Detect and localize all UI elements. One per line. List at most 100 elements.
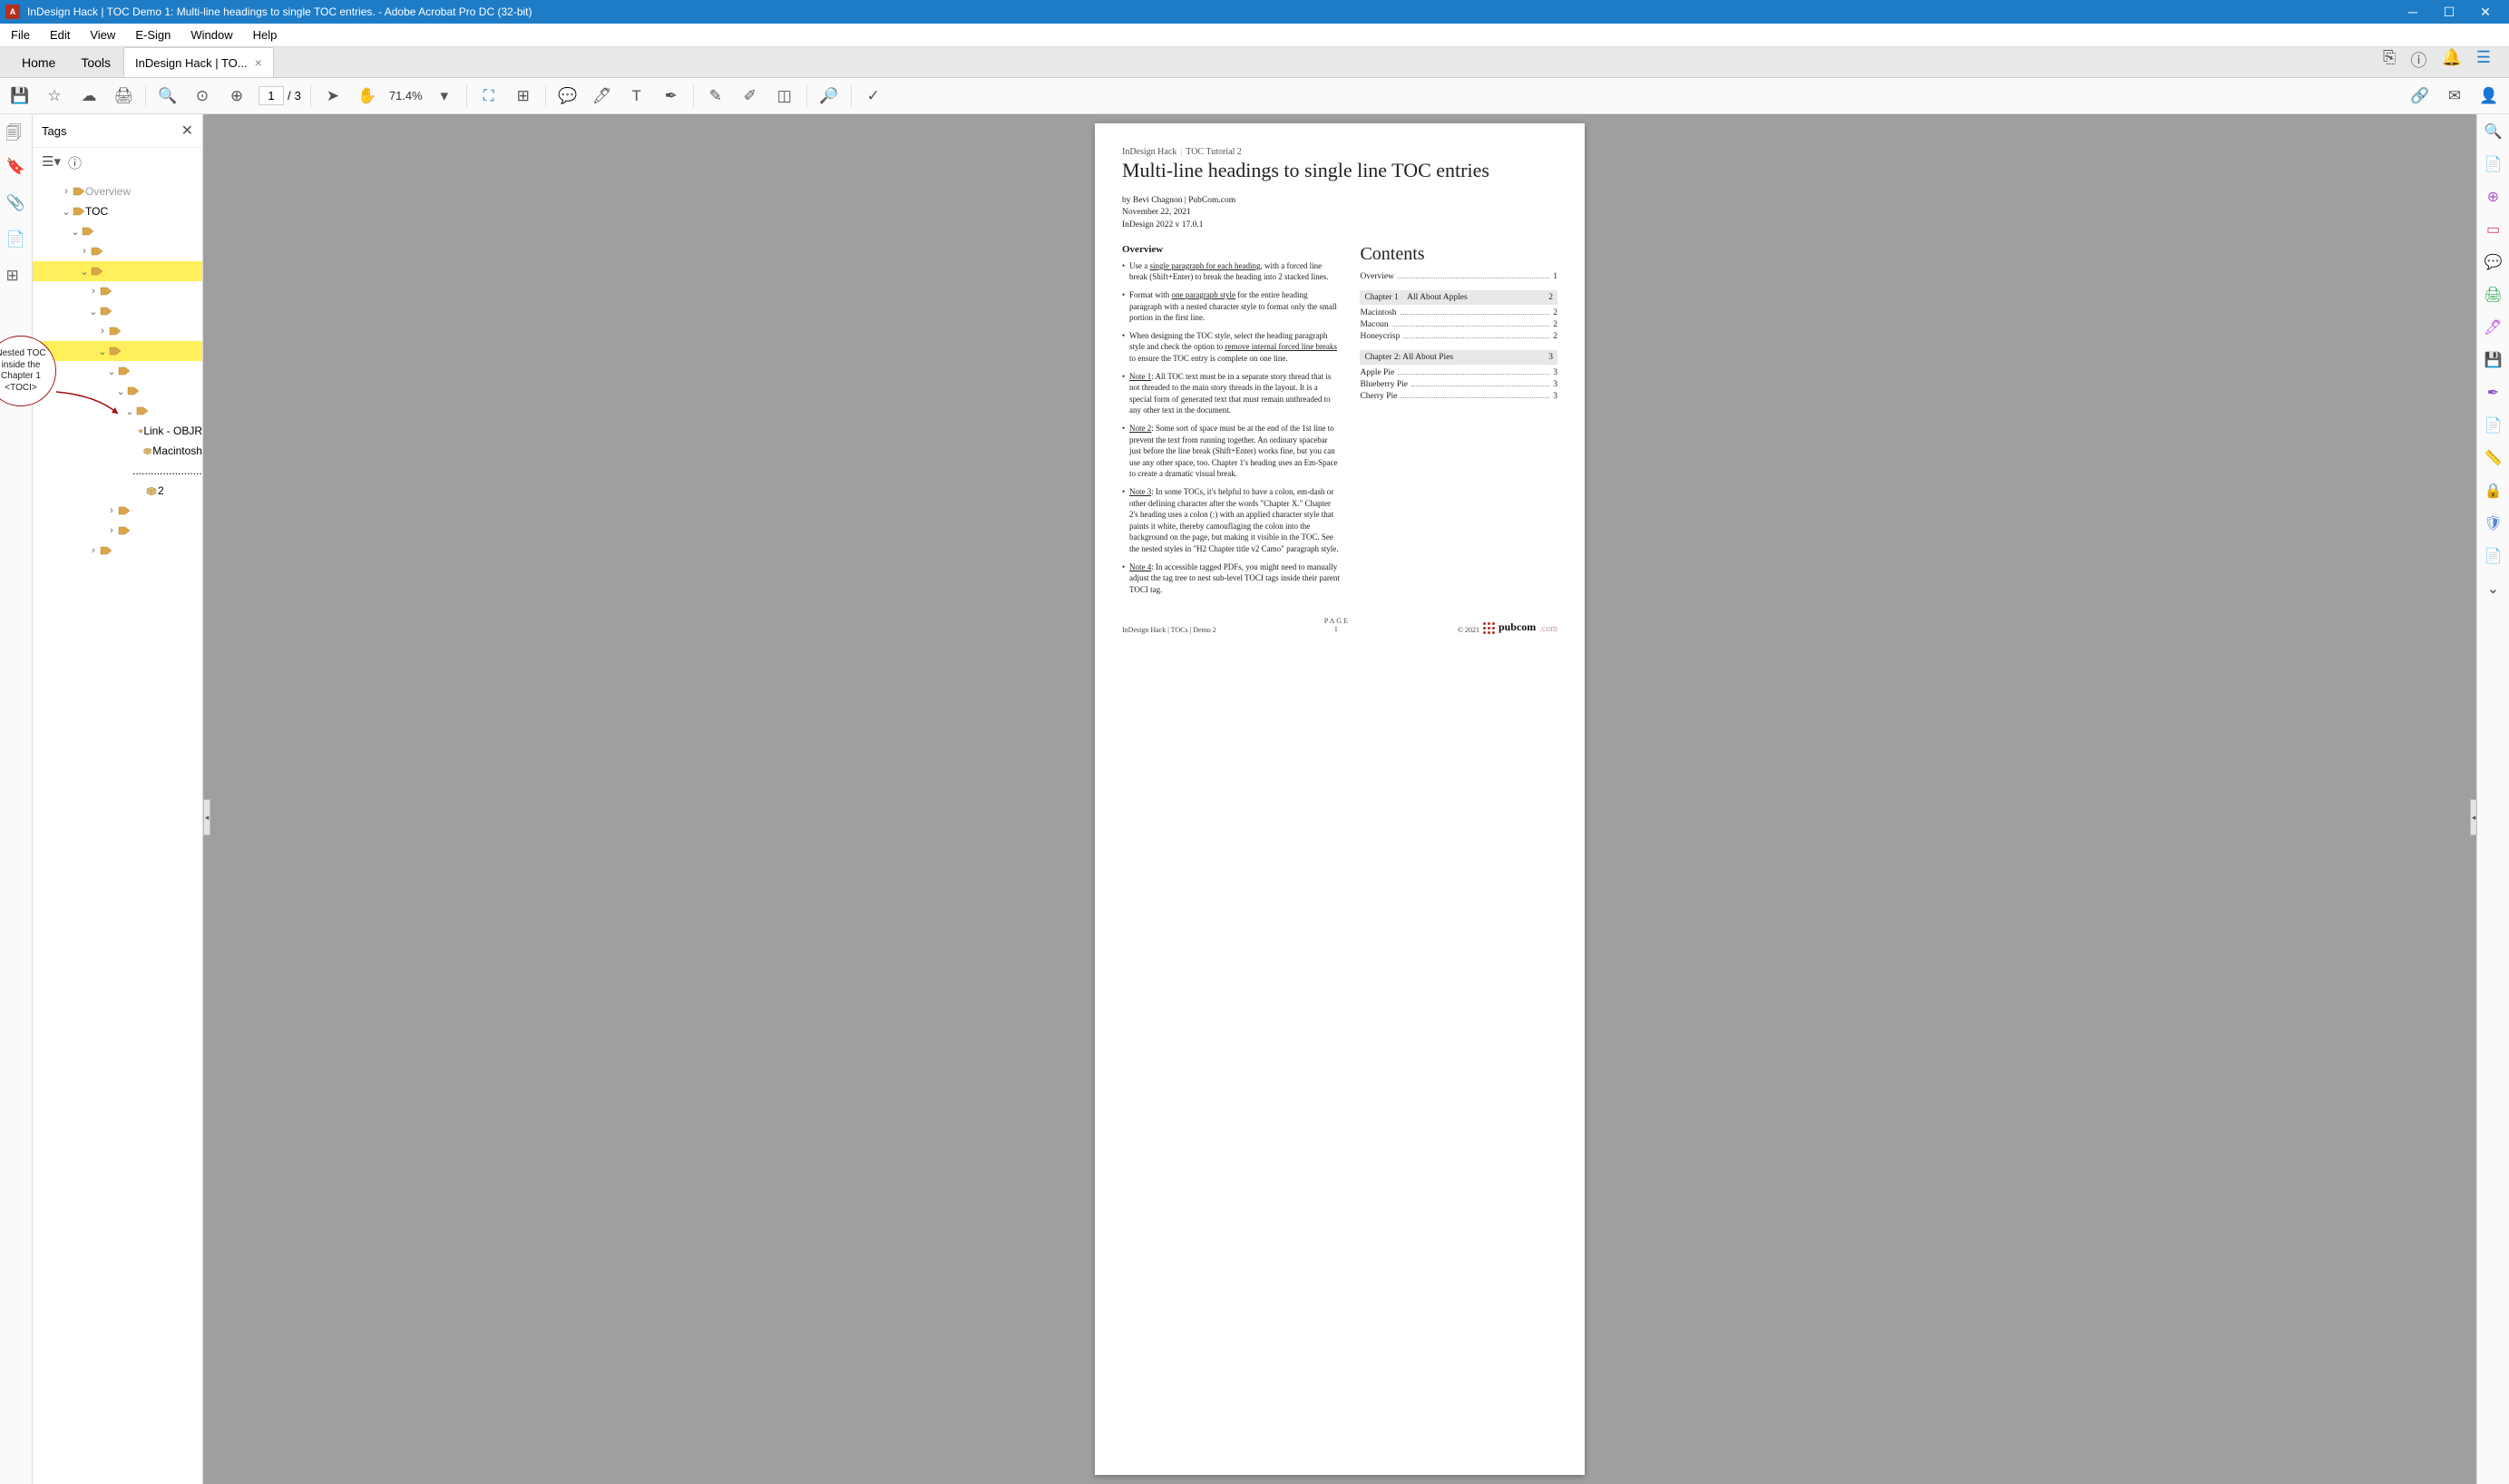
tag-node[interactable]: › [33,501,202,521]
save-pdf-icon[interactable]: 💾 [2484,350,2504,370]
tags-icon[interactable]: ⊞ [6,267,26,287]
maximize-button[interactable]: ☐ [2431,0,2467,24]
tag-node[interactable]: ⌄ [33,341,202,361]
menu-esign[interactable]: E-Sign [132,26,174,44]
zoom-in-icon[interactable]: 🔍 [2484,122,2504,142]
tag-node[interactable]: › [33,541,202,561]
collapse-left-handle[interactable]: ◂ [203,799,210,835]
tag-node[interactable]: 2 [33,481,202,501]
bookmark-icon[interactable]: 🔖 [6,158,26,178]
tags-options-icon[interactable]: ☰▾ [42,153,61,172]
menu-burger-icon[interactable]: ☰ [2476,48,2491,72]
mail-icon[interactable]: ✉ [2442,83,2467,109]
find-icon[interactable]: 🔎 [816,83,842,109]
tag-node[interactable]: › [33,521,202,541]
collapse-right-handle[interactable]: ◂ [2470,799,2477,835]
tab-document[interactable]: InDesign Hack | TO... × [123,47,274,77]
tag-node[interactable]: ⌄ [33,361,202,381]
comment-tool-icon[interactable]: 💬 [2484,252,2504,272]
chevron-icon[interactable]: › [105,525,118,536]
link-icon[interactable]: 🔗 [2407,83,2433,109]
chevron-icon[interactable]: ⌄ [87,306,100,317]
export-pdf-icon[interactable]: 📄 [2484,154,2504,174]
page-up-icon[interactable]: ⊙ [190,83,215,109]
fit-width-icon[interactable]: ⛶ [476,83,502,109]
tags-panel-close-icon[interactable]: ✕ [181,122,193,140]
chevron-icon[interactable]: ⌄ [78,266,91,278]
person-icon[interactable]: 👤 [2476,83,2502,109]
add-tool-icon[interactable]: 📄 [2484,415,2504,435]
page-down-icon[interactable]: ⊕ [224,83,249,109]
chevron-icon[interactable]: › [60,186,73,197]
tag-node[interactable]: ⌄ [33,401,202,421]
tag-node[interactable]: › [33,281,202,301]
chevron-icon[interactable]: › [78,246,91,257]
menu-help[interactable]: Help [249,26,281,44]
shield-icon[interactable]: 🛡 [2484,513,2504,533]
zoom-level[interactable]: 71.4% [389,89,423,103]
tag-node[interactable]: ⌄ [33,221,202,241]
minimize-button[interactable]: ─ [2395,0,2431,24]
chevron-icon[interactable]: › [87,286,100,297]
chevron-icon[interactable]: › [87,545,100,556]
chevron-icon[interactable]: › [96,326,109,337]
tab-close-icon[interactable]: × [255,55,262,70]
zoom-dropdown-icon[interactable]: ▾ [432,83,457,109]
organize-icon[interactable]: ▭ [2484,220,2504,239]
chevron-icon[interactable]: ⌄ [105,366,118,377]
menu-window[interactable]: Window [187,26,236,44]
crop-icon[interactable]: ◫ [772,83,797,109]
print-icon[interactable]: 🖨 [111,83,136,109]
tag-node[interactable]: ⌄ [33,261,202,281]
chevron-icon[interactable]: ⌄ [96,346,109,357]
close-window-button[interactable]: ✕ [2467,0,2504,24]
chevron-icon[interactable]: ⌄ [69,226,82,238]
protect-pdf-icon[interactable]: 🔒 [2484,481,2504,501]
page-current-input[interactable] [259,86,284,105]
hand-icon[interactable]: ✋ [355,83,380,109]
tag-node[interactable]: Link - OBJR [33,421,202,441]
chevron-icon[interactable]: › [105,505,118,516]
text-icon[interactable]: T [624,83,649,109]
fill-sign-icon[interactable]: ✒ [2484,383,2504,403]
cloud-icon[interactable]: ☁ [76,83,102,109]
pointer-icon[interactable]: ➤ [320,83,346,109]
thumbnails-icon[interactable]: 🗐 [6,122,26,142]
accessibility-icon[interactable]: ⊕ [2484,187,2504,207]
search-icon[interactable]: 🔍 [155,83,181,109]
tag-node[interactable]: › [33,241,202,261]
redact-icon[interactable]: ✐ [737,83,763,109]
measure-icon[interactable]: 📏 [2484,448,2504,468]
save-icon[interactable]: 💾 [7,83,33,109]
star-icon[interactable]: ☆ [42,83,67,109]
menu-edit[interactable]: Edit [46,26,73,44]
tag-node[interactable]: .......................... [33,461,202,481]
read-mode-icon[interactable]: ⊞ [511,83,536,109]
comment-icon[interactable]: 💬 [555,83,581,109]
tab-home[interactable]: Home [9,48,68,77]
highlight-icon[interactable]: 🖊 [590,83,615,109]
print-tool-icon[interactable]: 🖨 [2484,285,2504,305]
sign-icon[interactable]: ✒ [659,83,684,109]
tags-tree-scroll[interactable]: › Overview⌄ TOC⌄›⌄›⌄›⌄⌄⌄⌄Link - OBJRMaci… [33,178,202,1484]
menu-file[interactable]: File [7,26,34,44]
share-icon[interactable]: ⎘ [2383,48,2396,72]
chevron-icon[interactable]: ⌄ [123,405,136,417]
chevron-icon[interactable]: ⌄ [114,386,127,397]
tab-tools[interactable]: Tools [68,48,123,77]
chevron-icon[interactable]: ⌄ [60,206,73,218]
tag-node[interactable]: ⌄ TOC [33,201,202,221]
tag-node[interactable]: ⌄ [33,301,202,321]
eraser-icon[interactable]: ✎ [703,83,728,109]
convert-icon[interactable]: 📄 [2484,546,2504,566]
document-viewport[interactable]: ◂ InDesign Hack|TOC Tutorial 2 Multi-lin… [203,114,2476,1484]
tag-node[interactable]: Macintosh [33,441,202,461]
help-icon[interactable]: ⓘ [2410,48,2426,72]
expand-icon[interactable]: ⌄ [2484,579,2504,599]
edit-pdf-icon[interactable]: 🖊 [2484,317,2504,337]
tag-node[interactable]: › [33,321,202,341]
check-icon[interactable]: ✓ [861,83,886,109]
menu-view[interactable]: View [86,26,119,44]
tag-node[interactable]: › Overview [33,181,202,201]
layers-icon[interactable]: 📄 [6,230,26,250]
